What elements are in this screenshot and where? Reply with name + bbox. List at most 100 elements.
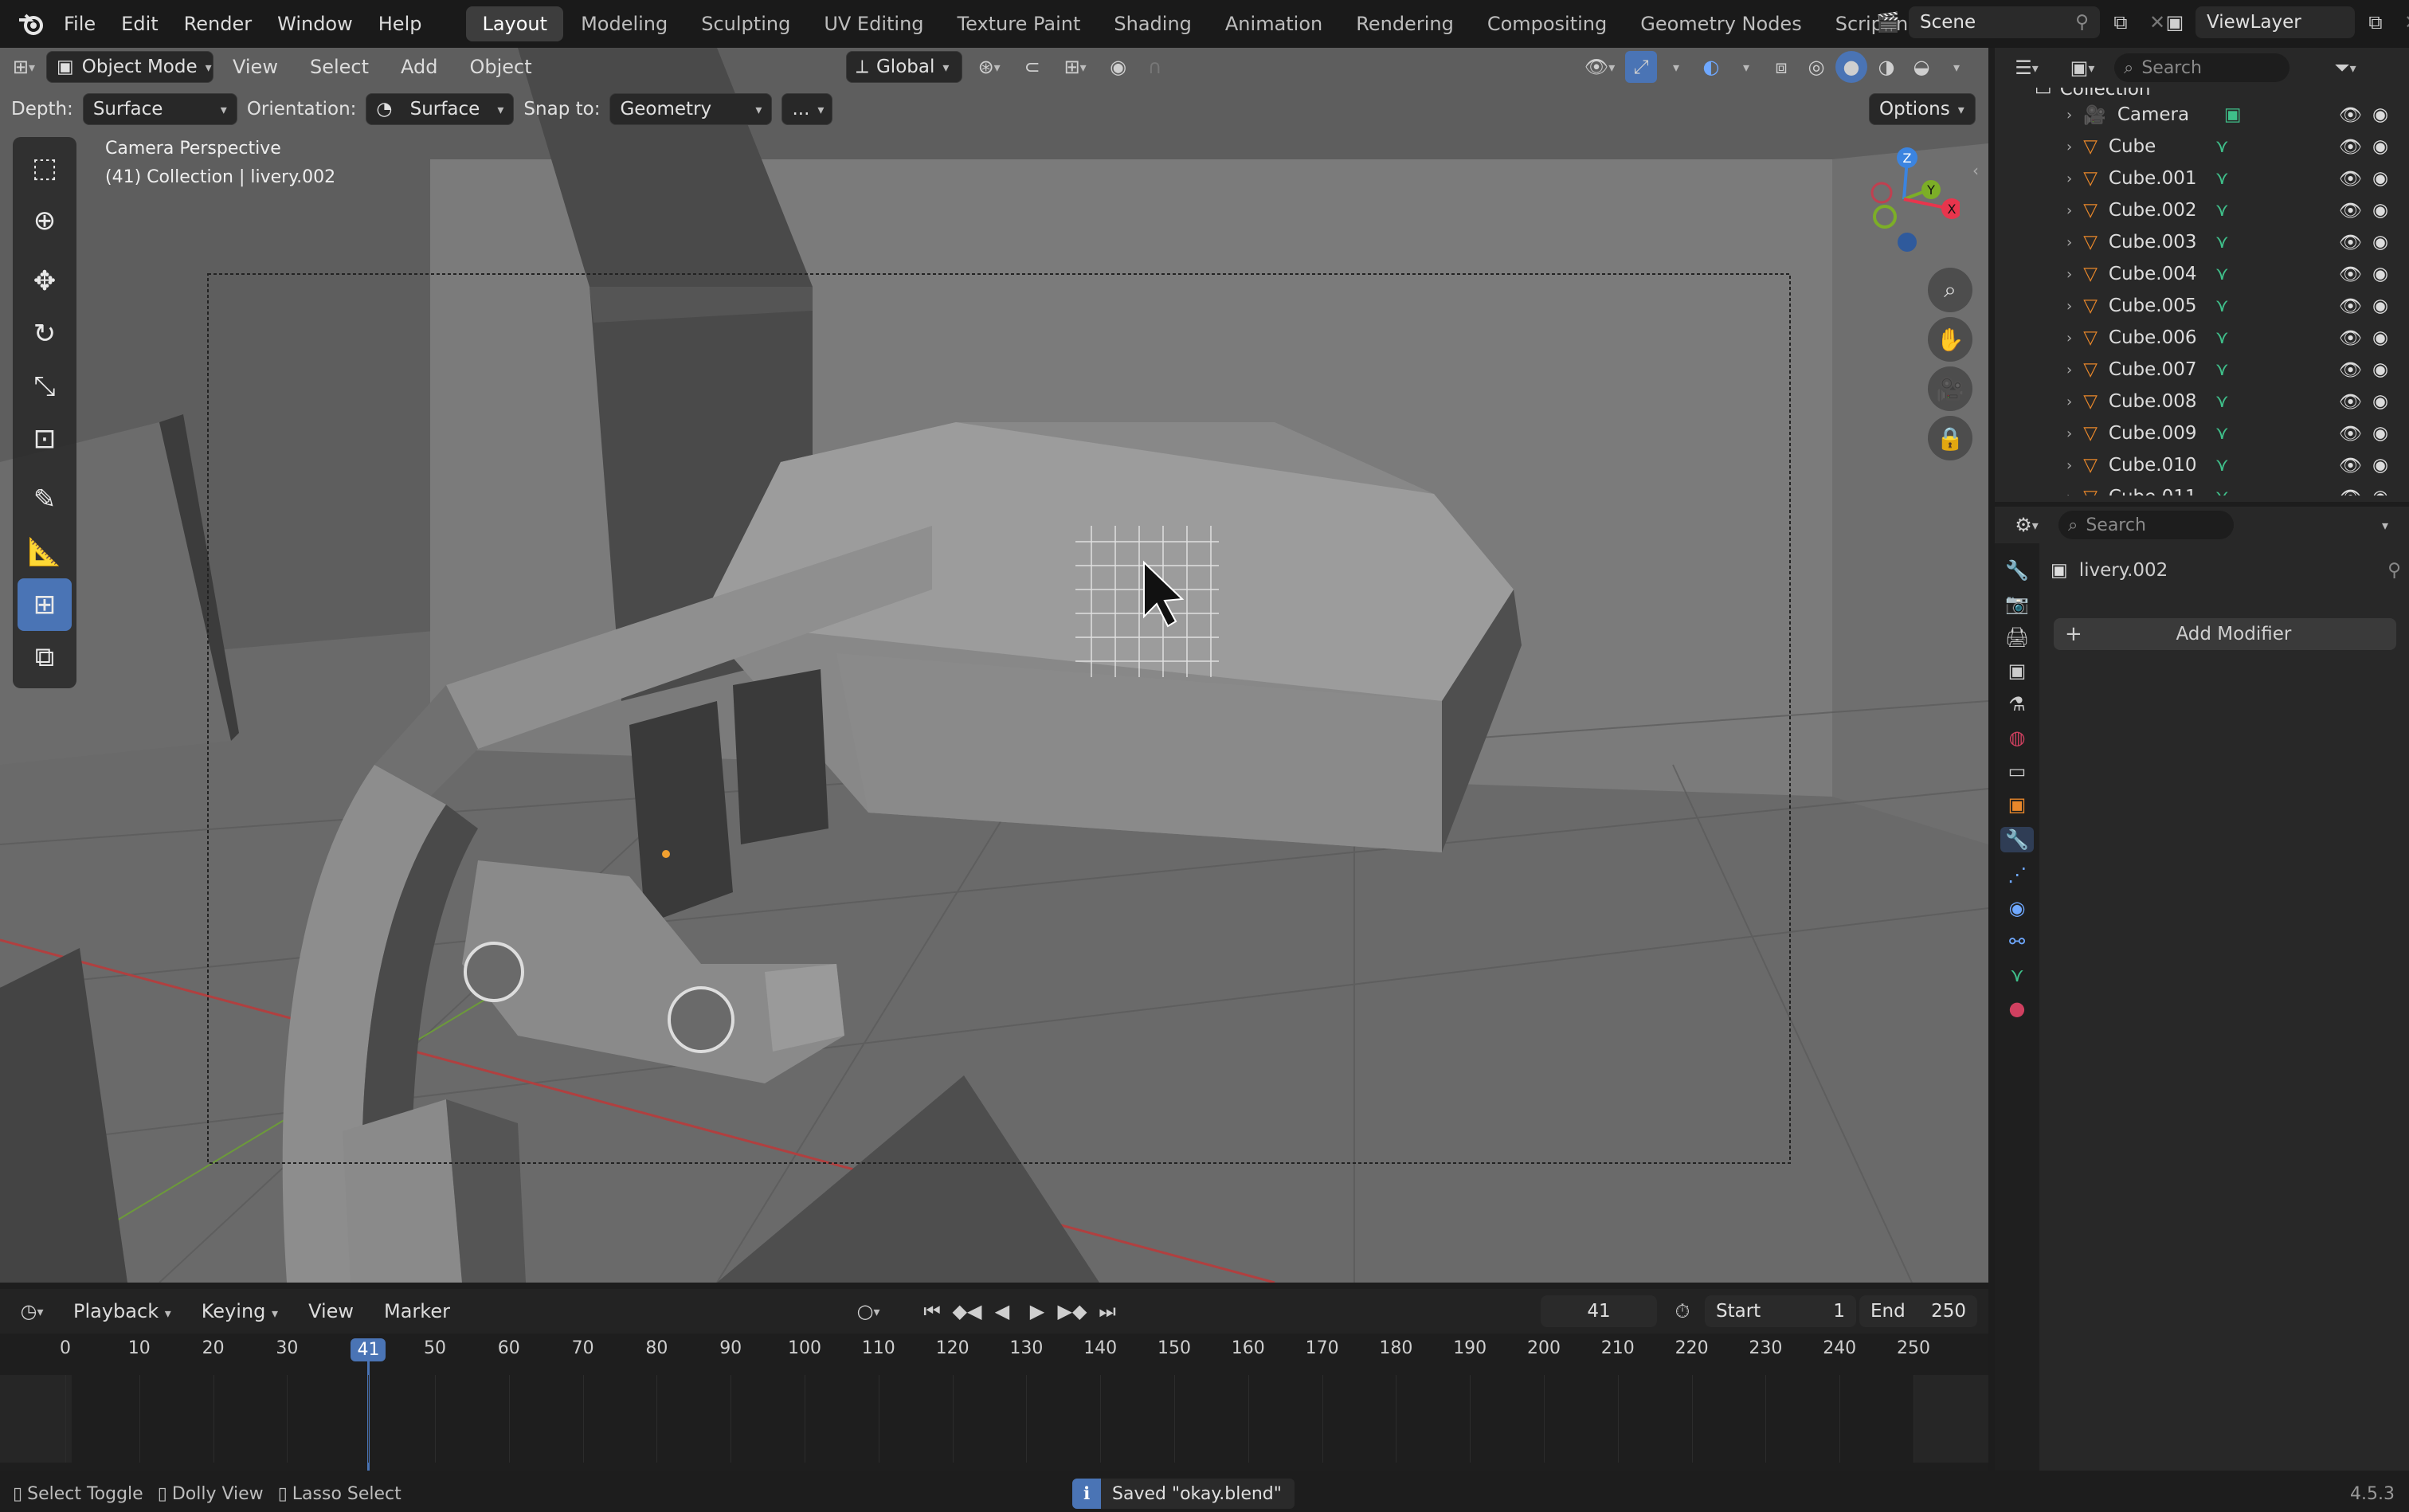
- zoom-icon[interactable]: ⌕: [1928, 268, 1972, 312]
- menu-view[interactable]: View: [220, 56, 291, 78]
- mesh-data-icon[interactable]: ⋎: [2215, 136, 2229, 157]
- snap-target-icon[interactable]: ⊞ ▾: [1053, 51, 1098, 83]
- properties-search-input[interactable]: ⌕ Search: [2058, 511, 2234, 539]
- scene-tab-icon[interactable]: ⚗: [2008, 693, 2026, 715]
- visibility-eye-icon[interactable]: 👁: [2339, 264, 2362, 285]
- rendered-shading-icon[interactable]: ◒: [1906, 51, 1937, 83]
- expand-chevron-icon[interactable]: ›: [2066, 362, 2072, 378]
- timeline-area[interactable]: 0 10 20 30 41 50 60 70 80 90 100 110 120 130 140 150 160…: [0, 1334, 1988, 1471]
- render-camera-icon[interactable]: ◉: [2372, 200, 2388, 221]
- editor-type-icon[interactable]: ⊞ ▾: [8, 51, 40, 83]
- constraints-tab-icon[interactable]: ⚯: [2009, 930, 2025, 953]
- collection-tab-icon[interactable]: ▭: [2008, 760, 2027, 782]
- menu-file[interactable]: File: [51, 13, 108, 35]
- move-icon[interactable]: ✥: [18, 255, 72, 307]
- render-camera-icon[interactable]: ◉: [2372, 296, 2388, 316]
- gizmo-toggle-icon[interactable]: ⤢: [1625, 51, 1657, 83]
- expand-chevron-icon[interactable]: ›: [2066, 170, 2072, 187]
- pivot-point-icon[interactable]: ⊛ ▾: [967, 51, 1012, 83]
- more-settings-dropdown[interactable]: ... ▾: [781, 93, 833, 125]
- visibility-icon[interactable]: 👁 ▾: [1577, 51, 1622, 83]
- wireframe-shading-icon[interactable]: ◎: [1800, 51, 1832, 83]
- expand-chevron-icon[interactable]: ›: [2066, 139, 2072, 155]
- tab-layout[interactable]: Layout: [466, 6, 564, 41]
- frame-ruler[interactable]: 0 10 20 30 41 50 60 70 80 90 100 110 120 130 140 150 160…: [0, 1334, 1988, 1365]
- menu-marker[interactable]: Marker: [371, 1300, 463, 1322]
- transform-orientation-dropdown[interactable]: ⟂ Global ▾: [845, 51, 962, 83]
- tab-compositing[interactable]: Compositing: [1471, 6, 1623, 41]
- render-camera-icon[interactable]: ◉: [2372, 264, 2388, 284]
- tab-sculpting[interactable]: Sculpting: [685, 6, 806, 41]
- play-reverse-icon[interactable]: ◀: [986, 1295, 1018, 1327]
- menu-edit[interactable]: Edit: [108, 13, 170, 35]
- world-tab-icon[interactable]: ◍: [2009, 727, 2026, 749]
- expand-chevron-icon[interactable]: ›: [2066, 330, 2072, 347]
- overlays-icon[interactable]: ◐: [1695, 51, 1727, 83]
- visibility-eye-icon[interactable]: 👁: [2339, 455, 2362, 476]
- outliner-row[interactable]: › ▽ Cube.006 ⋎ 👁 ◉: [1995, 322, 2409, 354]
- tab-uv-editing[interactable]: UV Editing: [808, 6, 939, 41]
- outliner-row[interactable]: › ▽ Cube.008 ⋎ 👁 ◉: [1995, 386, 2409, 417]
- chevron-down-icon[interactable]: ▾: [2369, 509, 2401, 541]
- output-tab-icon[interactable]: 🖨: [2005, 626, 2029, 648]
- visibility-eye-icon[interactable]: 👁: [2339, 296, 2362, 317]
- particles-tab-icon[interactable]: ⋰: [2007, 864, 2027, 886]
- outliner-row[interactable]: › ▽ Cube.004 ⋎ 👁 ◉: [1995, 258, 2409, 290]
- physics-tab-icon[interactable]: ◉: [2009, 897, 2026, 919]
- pan-hand-icon[interactable]: ✋: [1928, 317, 1972, 362]
- render-camera-icon[interactable]: ◉: [2372, 423, 2388, 444]
- jump-start-icon[interactable]: ⏮: [916, 1295, 948, 1327]
- pin-icon[interactable]: ⚲: [2075, 12, 2089, 33]
- add-modifier-button[interactable]: + Add Modifier: [2054, 618, 2396, 650]
- options-dropdown[interactable]: Options ▾: [1869, 93, 1976, 125]
- outliner-search-input[interactable]: ⌕ Search: [2114, 53, 2290, 82]
- delete-viewlayer-icon[interactable]: ✕: [2396, 6, 2409, 38]
- mesh-data-icon[interactable]: ⋎: [2215, 487, 2229, 496]
- current-frame-field[interactable]: 41: [1541, 1295, 1657, 1327]
- expand-chevron-icon[interactable]: ›: [2066, 394, 2072, 410]
- menu-select[interactable]: Select: [297, 56, 382, 78]
- outliner-row[interactable]: › ▽ Cube.001 ⋎ 👁 ◉: [1995, 163, 2409, 194]
- mesh-data-icon[interactable]: ⋎: [2215, 423, 2229, 444]
- tab-modeling[interactable]: Modeling: [565, 6, 684, 41]
- navigation-gizmo[interactable]: Z Y X: [1848, 143, 1962, 263]
- mesh-data-icon[interactable]: ⋎: [2215, 264, 2229, 284]
- material-tab-icon[interactable]: ●: [2009, 997, 2026, 1020]
- xray-icon[interactable]: ⧈: [1765, 51, 1797, 83]
- jump-end-icon[interactable]: ⏭: [1091, 1295, 1123, 1327]
- chevron-down-icon[interactable]: ▾: [1941, 51, 1972, 83]
- render-camera-icon[interactable]: ◉: [2372, 104, 2388, 125]
- render-camera-icon[interactable]: ◉: [2372, 232, 2388, 253]
- snap-to-dropdown[interactable]: Geometry ▾: [609, 93, 773, 125]
- snap-icon[interactable]: ⊂: [1016, 51, 1048, 83]
- render-camera-icon[interactable]: ◉: [2372, 136, 2388, 157]
- display-mode-icon[interactable]: ▣ ▾: [2058, 52, 2106, 84]
- mesh-data-icon[interactable]: ⋎: [2215, 232, 2229, 253]
- chevron-down-icon[interactable]: ▾: [1660, 51, 1692, 83]
- outliner-row[interactable]: › ▽ Cube.002 ⋎ 👁 ◉: [1995, 194, 2409, 226]
- mesh-data-icon[interactable]: ⋎: [2215, 168, 2229, 189]
- mesh-data-icon[interactable]: ⋎: [2215, 296, 2229, 316]
- expand-chevron-icon[interactable]: ›: [2066, 107, 2072, 123]
- timeline-editor-icon[interactable]: ◷ ▾: [8, 1295, 56, 1327]
- visibility-eye-icon[interactable]: 👁: [2339, 232, 2362, 253]
- solid-shading-icon[interactable]: ●: [1835, 51, 1867, 83]
- menu-object[interactable]: Object: [456, 56, 544, 78]
- render-camera-icon[interactable]: ◉: [2372, 168, 2388, 189]
- visibility-eye-icon[interactable]: 👁: [2339, 487, 2362, 496]
- camera-data-icon[interactable]: ▣: [2224, 104, 2242, 125]
- scene-field[interactable]: Scene ⚲: [1909, 6, 2100, 38]
- falloff-icon[interactable]: ∩: [1139, 51, 1171, 83]
- end-frame-field[interactable]: End 250: [1859, 1295, 1977, 1327]
- visibility-eye-icon[interactable]: 👁: [2339, 359, 2362, 381]
- select-box-icon[interactable]: ⬚: [18, 142, 72, 194]
- visibility-eye-icon[interactable]: 👁: [2339, 200, 2362, 221]
- play-icon[interactable]: ▶: [1021, 1295, 1053, 1327]
- render-camera-icon[interactable]: ◉: [2372, 327, 2388, 348]
- chevron-down-icon[interactable]: ▾: [1730, 51, 1762, 83]
- visibility-eye-icon[interactable]: 👁: [2339, 104, 2362, 126]
- mesh-data-icon[interactable]: ⋎: [2215, 327, 2229, 348]
- mesh-data-icon[interactable]: ⋎: [2215, 391, 2229, 412]
- transform-icon[interactable]: ⊡: [18, 413, 72, 465]
- new-scene-icon[interactable]: ⧉: [2105, 6, 2137, 38]
